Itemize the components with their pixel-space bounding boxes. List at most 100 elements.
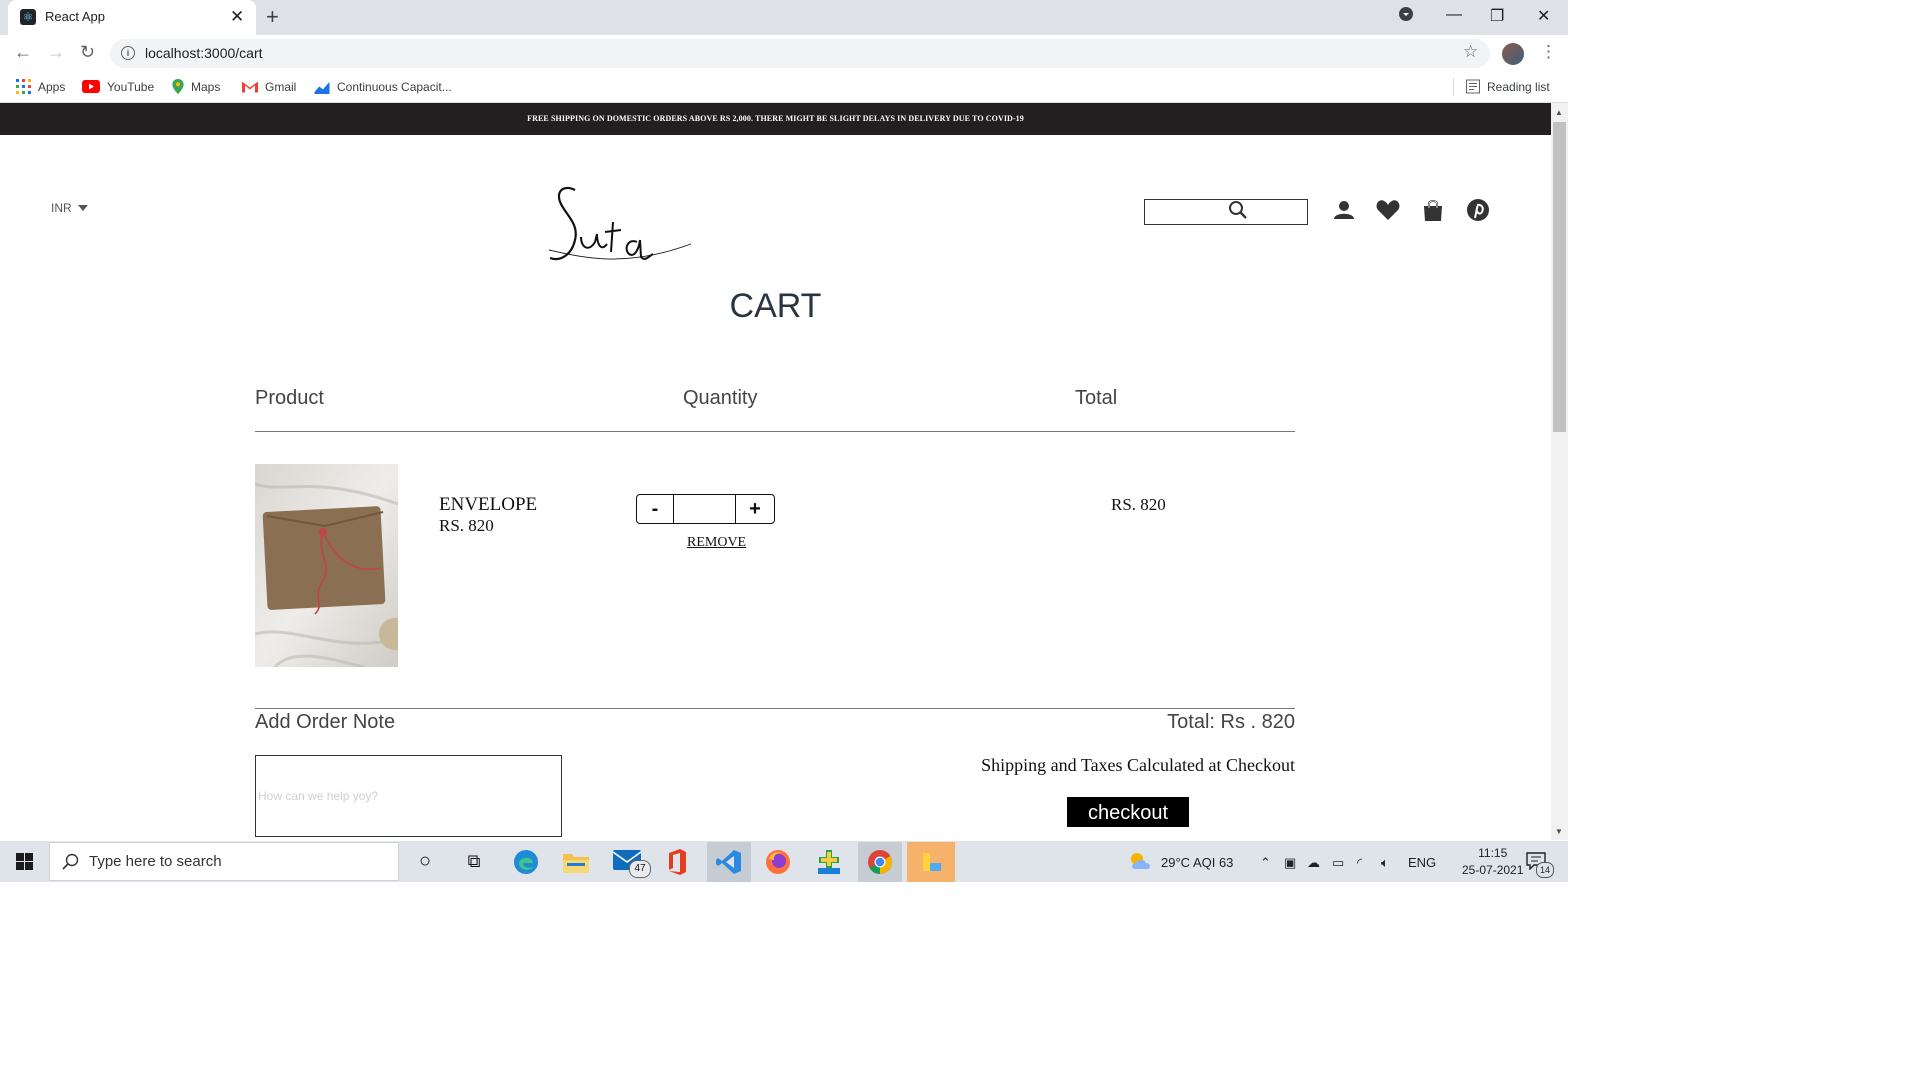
mail-badge: 47 (629, 860, 651, 878)
url-text[interactable]: localhost:3000/cart (145, 45, 263, 61)
weather-text[interactable]: 29°C AQI 63 (1161, 855, 1233, 870)
announcement-bar: FREE SHIPPING ON DOMESTIC ORDERS ABOVE R… (0, 103, 1551, 135)
bookmark-label: Continuous Capacit... (337, 80, 452, 94)
reading-list-button[interactable]: Reading list (1466, 79, 1550, 94)
volume-icon[interactable]: 🔈︎ (1381, 855, 1389, 871)
reading-list-icon (1466, 79, 1480, 94)
language-indicator[interactable]: ENG (1408, 855, 1436, 870)
increase-quantity-button[interactable]: + (737, 495, 773, 523)
windows-start-icon[interactable] (16, 853, 33, 870)
bookmark-label: Apps (38, 80, 66, 94)
decrease-quantity-button[interactable]: - (637, 495, 673, 523)
scrollbar-thumb[interactable] (1553, 122, 1566, 432)
minimize-icon[interactable]: — (1446, 6, 1462, 24)
new-tab-button[interactable]: + (266, 4, 279, 30)
weather-icon[interactable] (1127, 851, 1153, 871)
bookmark-label: Maps (191, 80, 221, 94)
vscode-icon[interactable] (716, 849, 742, 875)
bookmark-continuous[interactable]: Continuous Capacit... (314, 79, 452, 94)
firefox-icon[interactable] (765, 849, 791, 875)
taskbar-clock[interactable]: 11:15 25-07-2021 (1462, 845, 1523, 879)
header-divider (255, 431, 1295, 432)
column-header-product: Product (255, 387, 324, 409)
apps-grid-icon (16, 79, 31, 94)
profile-avatar[interactable] (1502, 43, 1524, 65)
task-view-icon[interactable]: ⧉ (461, 848, 487, 874)
search-icon (62, 853, 79, 870)
tab-title: React App (45, 9, 105, 24)
edge-icon[interactable] (513, 849, 539, 875)
close-tab-icon[interactable]: ✕ (230, 7, 244, 27)
youtube-icon (82, 80, 100, 93)
item-price: RS. 820 (439, 516, 494, 535)
scroll-down-arrow-icon[interactable]: ▼ (1555, 827, 1563, 836)
restore-icon[interactable]: ❐ (1490, 6, 1504, 26)
bookmark-apps[interactable]: Apps (16, 79, 65, 94)
game-app-icon[interactable] (815, 848, 843, 876)
bookmark-label: Gmail (265, 80, 297, 94)
page-title: CART (729, 287, 822, 325)
cart-grand-total: Total: Rs . 820 (1167, 711, 1295, 733)
cortana-icon[interactable]: ○ (412, 848, 438, 874)
file-explorer-icon[interactable] (563, 851, 589, 873)
reading-list-label: Reading list (1487, 80, 1550, 94)
quantity-input[interactable] (673, 495, 736, 523)
item-line-total: RS. 820 (1111, 495, 1166, 514)
clock-date: 25-07-2021 (1462, 863, 1524, 877)
chrome-icon[interactable] (867, 849, 893, 875)
tab-search-icon[interactable] (1398, 6, 1414, 27)
reload-icon[interactable]: ↻ (80, 42, 95, 63)
bookmark-gmail[interactable]: Gmail (242, 79, 296, 94)
checkout-button[interactable]: checkout (1067, 797, 1189, 827)
currency-selector[interactable]: INR (51, 201, 72, 215)
bookmark-divider (1453, 78, 1454, 96)
order-note-label: Add Order Note (255, 711, 396, 733)
back-icon[interactable]: ← (14, 42, 32, 63)
chart-bookmark-icon (314, 81, 330, 94)
product-image[interactable] (255, 464, 398, 667)
battery-icon[interactable]: ▭ (1332, 855, 1344, 871)
address-bar[interactable] (110, 39, 1490, 68)
bookmarks-bar (0, 71, 1568, 103)
bookmark-youtube[interactable]: YouTube (82, 79, 154, 94)
site-info-icon[interactable]: i (121, 46, 135, 60)
summary-divider (255, 708, 1295, 709)
clock-time: 11:15 (1478, 846, 1508, 860)
browser-tab[interactable]: ⚛ React App ✕ (8, 0, 256, 35)
mail-app[interactable]: 47 (612, 850, 651, 878)
column-header-total: Total (1075, 387, 1118, 409)
search-icon[interactable] (1228, 200, 1248, 220)
bookmark-label: YouTube (107, 80, 155, 94)
meet-now-icon[interactable]: ▣ (1284, 855, 1296, 871)
react-favicon-icon: ⚛ (20, 9, 36, 25)
forward-icon[interactable]: → (47, 42, 65, 63)
remove-item-link[interactable]: REMOVE (687, 535, 746, 551)
notification-badge: 14 (1536, 862, 1554, 878)
menu-kebab-icon[interactable]: ⋮ (1540, 42, 1557, 62)
office-icon[interactable] (666, 849, 688, 875)
item-name[interactable]: ENVELOPE (439, 494, 537, 516)
network-cloud-icon[interactable]: ☁ (1307, 855, 1320, 871)
heart-icon[interactable] (1375, 197, 1401, 223)
chevron-up-icon[interactable]: ⌃ (1260, 855, 1271, 871)
chevron-down-icon[interactable] (78, 205, 88, 211)
pinterest-icon[interactable] (1465, 197, 1491, 223)
bookmark-maps[interactable]: Maps (172, 79, 220, 94)
notification-center[interactable]: 14 (1526, 852, 1554, 878)
user-icon[interactable] (1331, 197, 1357, 223)
quantity-stepper: - + (636, 494, 775, 524)
scroll-up-arrow-icon[interactable]: ▲ (1555, 108, 1563, 117)
wifi-icon[interactable]: ◜ (1357, 855, 1362, 871)
column-header-quantity: Quantity (683, 387, 758, 409)
shipping-note: Shipping and Taxes Calculated at Checkou… (981, 755, 1295, 775)
search-input[interactable] (1144, 199, 1308, 225)
order-note-placeholder: How can we help yoy? (258, 789, 379, 803)
taskbar-search-placeholder: Type here to search (89, 853, 222, 870)
bookmark-star-icon[interactable]: ☆ (1463, 42, 1478, 62)
notes-app-icon[interactable] (918, 849, 944, 875)
suta-logo[interactable] (545, 182, 695, 272)
close-window-icon[interactable]: ✕ (1537, 6, 1550, 26)
shopping-bag-icon[interactable] (1420, 197, 1446, 223)
gmail-icon (242, 81, 258, 93)
maps-pin-icon (172, 79, 184, 94)
